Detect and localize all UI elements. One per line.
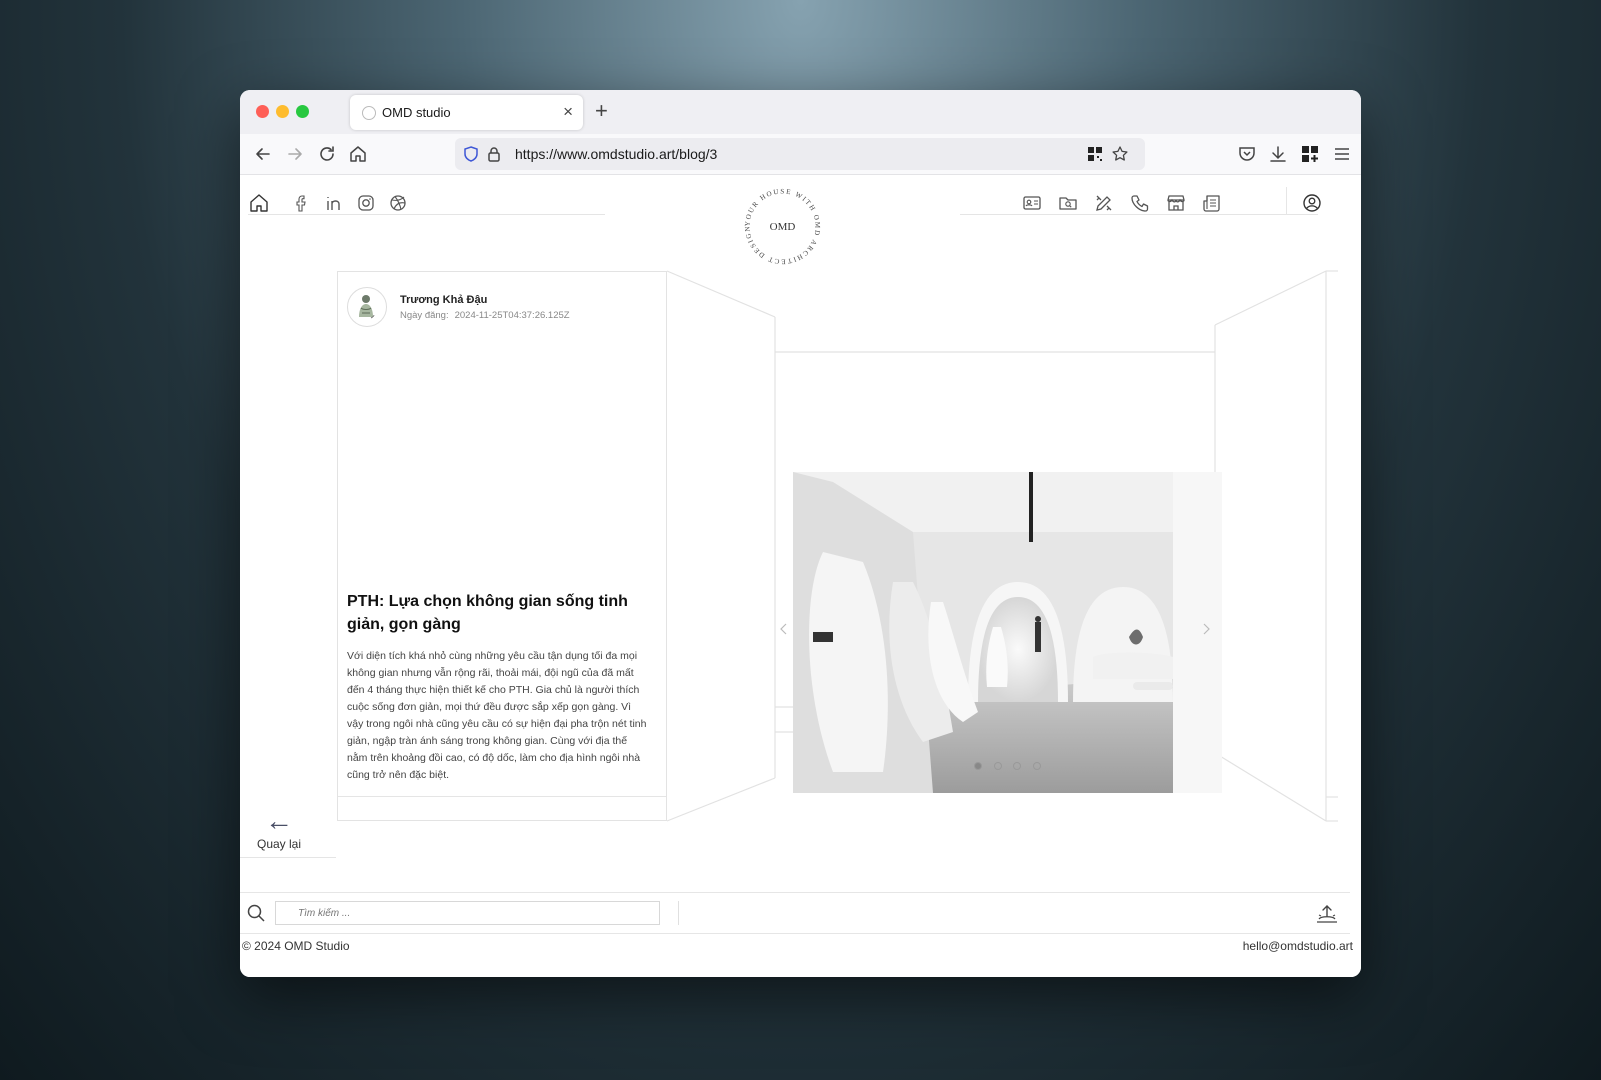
back-divider xyxy=(240,857,336,858)
site-home-icon[interactable] xyxy=(249,193,269,213)
facebook-icon[interactable] xyxy=(292,193,312,213)
linkedin-icon[interactable] xyxy=(324,193,344,213)
bookmark-star-icon[interactable] xyxy=(1111,145,1129,163)
dribbble-icon[interactable] xyxy=(388,193,408,213)
search-bar-row xyxy=(240,892,1350,934)
design-tools-icon[interactable] xyxy=(1094,193,1114,213)
tab-title: OMD studio xyxy=(382,105,451,120)
back-arrow-icon[interactable] xyxy=(253,144,273,164)
carousel-next-icon[interactable] xyxy=(1201,623,1211,635)
post-date-label: Ngày đăng: xyxy=(400,310,449,321)
carousel-dot-3[interactable] xyxy=(1013,762,1021,770)
carousel-image[interactable] xyxy=(793,472,1222,793)
scroll-to-top-icon[interactable] xyxy=(1316,902,1338,924)
header-separator xyxy=(1286,187,1287,215)
forward-arrow-icon[interactable] xyxy=(285,144,305,164)
header-divider-right xyxy=(960,214,1318,215)
lock-icon[interactable] xyxy=(486,146,502,162)
pocket-icon[interactable] xyxy=(1237,144,1257,164)
carousel-prev-icon[interactable] xyxy=(779,623,789,635)
user-account-icon[interactable] xyxy=(1302,193,1322,213)
browser-tab[interactable]: OMD studio × xyxy=(350,95,583,130)
footer-email-link[interactable]: hello@omdstudio.art xyxy=(1243,939,1353,953)
search-icon[interactable] xyxy=(246,903,266,923)
phone-icon[interactable] xyxy=(1130,193,1150,213)
home-icon[interactable] xyxy=(348,144,368,164)
bridal-shop-interior-photo xyxy=(793,472,1222,793)
search-separator xyxy=(678,901,679,925)
url-bar[interactable]: https://www.omdstudio.art/blog/3 xyxy=(455,138,1145,170)
url-text[interactable]: https://www.omdstudio.art/blog/3 xyxy=(515,146,717,162)
logo-text: OMD xyxy=(770,221,796,233)
carousel-dot-4[interactable] xyxy=(1033,762,1041,770)
qr-code-icon[interactable] xyxy=(1087,146,1103,162)
author-name[interactable]: Trương Khả Đậu xyxy=(400,294,487,306)
tab-close-icon[interactable]: × xyxy=(563,102,573,122)
footer-copyright: © 2024 OMD Studio xyxy=(242,939,350,953)
back-label: Quay lại xyxy=(256,837,302,851)
carousel-dot-2[interactable] xyxy=(994,762,1002,770)
store-icon[interactable] xyxy=(1166,193,1186,213)
extensions-icon[interactable] xyxy=(1300,144,1320,164)
navigation-bar: https://www.omdstudio.art/blog/3 xyxy=(240,134,1361,175)
tab-favicon-icon xyxy=(362,106,376,120)
header-divider-left xyxy=(248,214,605,215)
back-arrow-icon: ← xyxy=(265,805,293,836)
instagram-icon[interactable] xyxy=(356,193,376,213)
author-avatar-image xyxy=(359,295,375,319)
close-window-button[interactable] xyxy=(256,105,269,118)
minimize-window-button[interactable] xyxy=(276,105,289,118)
folder-search-icon[interactable] xyxy=(1058,193,1078,213)
download-icon[interactable] xyxy=(1268,144,1288,164)
back-button[interactable]: ← Quay lại xyxy=(250,805,308,852)
new-tab-button[interactable]: + xyxy=(595,98,608,124)
post-body: Với diện tích khá nhỏ cùng những yêu cầu… xyxy=(347,650,647,781)
page-content: YOUR HOUSE WITH OMD ARCHITECT DESIGN OMD xyxy=(240,175,1361,977)
shield-icon[interactable] xyxy=(463,146,479,162)
search-input[interactable] xyxy=(275,901,660,925)
post-date: Ngày đăng: 2024-11-25T04:37:26.125Z xyxy=(400,310,570,321)
news-icon[interactable] xyxy=(1202,193,1222,213)
carousel-dot-1[interactable] xyxy=(974,762,982,770)
omd-logo[interactable]: YOUR HOUSE WITH OMD ARCHITECT DESIGN OMD xyxy=(740,184,825,269)
author-avatar[interactable] xyxy=(347,287,387,327)
post-title: PTH: Lựa chọn không gian sống tinh giản,… xyxy=(347,593,628,633)
menu-icon[interactable] xyxy=(1332,144,1352,164)
browser-window: OMD studio × + https://www.omdstudio.art… xyxy=(240,90,1361,977)
blog-post-card: Trương Khả Đậu Ngày đăng: 2024-11-25T04:3… xyxy=(337,271,667,821)
reload-icon[interactable] xyxy=(317,144,337,164)
tab-bar: OMD studio × + xyxy=(240,90,1361,134)
contact-card-icon[interactable] xyxy=(1022,193,1042,213)
maximize-window-button[interactable] xyxy=(296,105,309,118)
card-footer-divider xyxy=(338,796,666,797)
post-date-value: 2024-11-25T04:37:26.125Z xyxy=(454,310,570,321)
